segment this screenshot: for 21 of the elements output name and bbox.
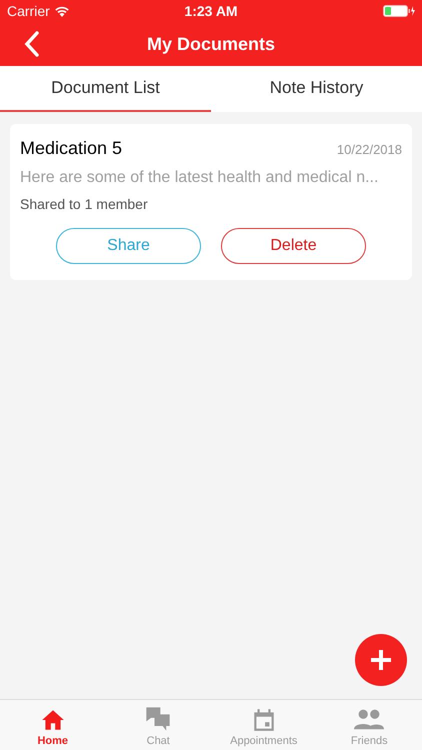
document-date: 10/22/2018 <box>336 141 402 159</box>
add-button[interactable] <box>355 634 407 686</box>
back-icon <box>24 31 40 57</box>
battery-icon <box>383 5 416 17</box>
carrier-label: Carrier <box>7 2 50 20</box>
tab[interactable]: Note History <box>211 66 422 112</box>
chat-icon <box>144 704 172 732</box>
document-title: Medication 5 <box>20 137 122 160</box>
tab[interactable]: Document List <box>0 66 211 112</box>
plus-icon <box>369 648 393 672</box>
status-time: 1:23 AM <box>184 2 238 20</box>
wifi-icon <box>54 5 70 17</box>
delete-button[interactable]: Delete <box>221 228 366 264</box>
tab-bar-item[interactable]: Chat <box>106 700 211 750</box>
tab-bar-item[interactable]: Appointments <box>211 700 316 750</box>
document-preview: Here are some of the latest health and medical n... <box>20 168 380 188</box>
shared-info: Shared to 1 member <box>20 195 149 214</box>
page-title: My Documents <box>146 32 276 56</box>
share-button[interactable]: Share <box>56 228 201 264</box>
tab-bar-item[interactable]: Home <box>0 700 106 750</box>
tab-bar-item[interactable]: Friends <box>316 700 422 750</box>
